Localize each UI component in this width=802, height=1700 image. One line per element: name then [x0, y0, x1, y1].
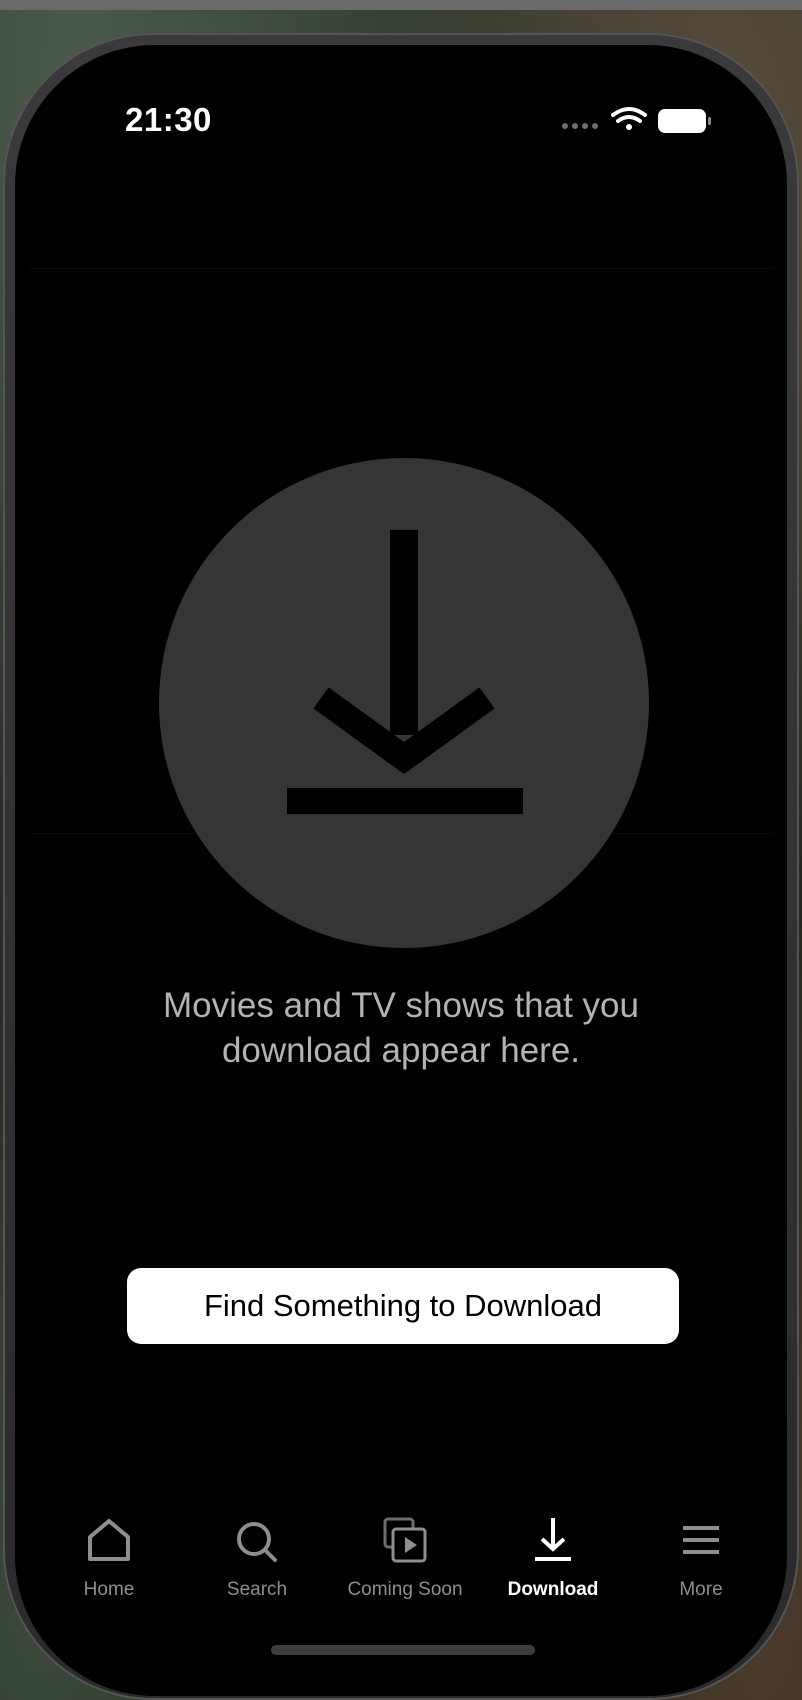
message-line-1: Movies and TV shows that you [163, 986, 639, 1025]
app-screen: 21:30 Movies and TV shows that you downl… [15, 45, 787, 1696]
menu-icon [683, 1526, 719, 1554]
empty-state-message: Movies and TV shows that you download ap… [75, 983, 727, 1073]
tab-search-label: Search [226, 1579, 288, 1600]
status-time: 21:30 [125, 101, 212, 138]
home-icon [88, 1519, 130, 1561]
divider-top [29, 268, 773, 269]
tab-bar: Home Search Coming Soon Download More [15, 1515, 787, 1625]
window-top-strip [0, 0, 802, 10]
tab-download[interactable]: Download [479, 1515, 627, 1625]
message-line-2: download appear here. [221, 1031, 581, 1070]
device-stage: 21:30 Movies and TV shows that you downl… [0, 0, 802, 1700]
tab-search[interactable]: Search [183, 1515, 331, 1625]
download-illustration [159, 458, 649, 948]
tab-more-label: More [679, 1579, 723, 1600]
tab-download-label: Download [507, 1579, 599, 1600]
tab-home[interactable]: Home [35, 1515, 183, 1625]
tab-more[interactable]: More [627, 1515, 775, 1625]
signal-dots-icon [562, 123, 598, 129]
battery-icon [658, 109, 711, 133]
coming-soon-icon [383, 1517, 427, 1563]
tab-coming-soon-label: Coming Soon [347, 1579, 463, 1600]
tab-coming-soon[interactable]: Coming Soon [331, 1515, 479, 1625]
search-icon [237, 1522, 277, 1562]
tab-home-label: Home [83, 1579, 135, 1600]
status-icons [555, 105, 715, 137]
status-icons-graphic [562, 107, 711, 133]
find-something-button[interactable]: Find Something to Download [127, 1268, 679, 1344]
home-indicator[interactable] [271, 1645, 535, 1655]
download-icon [535, 1518, 571, 1561]
wifi-icon [611, 107, 647, 130]
download-icon [287, 530, 523, 814]
